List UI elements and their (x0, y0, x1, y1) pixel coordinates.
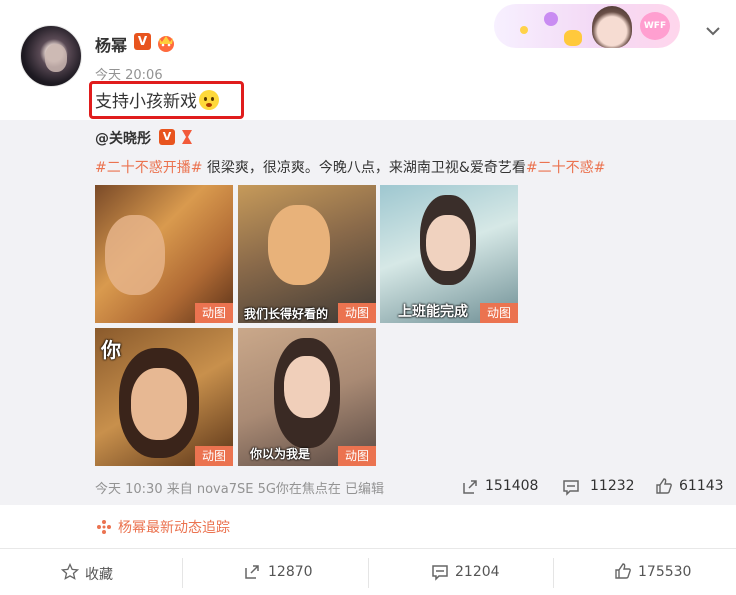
banner-portrait-icon (592, 6, 632, 48)
gif-caption: 上班能完成 (398, 304, 468, 320)
decorative-banner: WFF (494, 4, 680, 48)
comment-count[interactable]: 11232 (590, 478, 635, 494)
like-button[interactable]: 175530 (638, 564, 691, 580)
like-icon[interactable] (614, 562, 632, 580)
repost-button[interactable]: 12870 (268, 564, 313, 580)
chevron-down-icon[interactable] (704, 22, 722, 40)
star-icon[interactable] (61, 563, 79, 581)
sparkle-icon (97, 520, 111, 534)
follow-link[interactable]: 杨幂最新动态追踪 (118, 517, 230, 537)
divider (553, 558, 554, 588)
gif-thumbnail[interactable]: 你以为我是 动图 (238, 328, 376, 466)
topic-link[interactable]: #二十不惑# (526, 160, 605, 176)
repost-icon[interactable] (243, 563, 261, 581)
favorite-button[interactable]: 收藏 (85, 564, 113, 584)
repost-icon[interactable] (461, 478, 479, 496)
gif-thumbnail[interactable]: 上班能完成 动图 (380, 185, 518, 323)
repost-author[interactable]: @关晓彤 (95, 128, 151, 148)
repost-meta[interactable]: 今天 10:30 来自 nova7SE 5G你在焦点在 已编辑 (95, 478, 384, 497)
repost-count[interactable]: 151408 (485, 478, 538, 494)
divider (368, 558, 369, 588)
gif-badge: 动图 (338, 446, 376, 466)
avatar[interactable] (20, 25, 82, 87)
verified-badge-icon: V (134, 33, 151, 50)
verified-badge-icon: V (159, 129, 175, 145)
author-name[interactable]: 杨幂 (95, 32, 127, 56)
gif-thumbnail[interactable]: 我们长得好看的 动图 (238, 185, 376, 323)
divider (182, 558, 183, 588)
gif-badge: 动图 (480, 303, 518, 323)
member-crown-icon (158, 36, 174, 52)
gif-caption: 我们长得好看的 (244, 307, 329, 321)
topic-link[interactable]: #二十不惑开播# (95, 160, 202, 176)
gif-caption: 你以为我是 (250, 447, 311, 461)
comment-icon[interactable] (562, 478, 580, 496)
post-text-content: 支持小孩新戏 (95, 92, 197, 112)
like-count[interactable]: 61143 (679, 478, 724, 494)
surprised-emoji-icon (199, 90, 219, 110)
comment-button[interactable]: 21204 (455, 564, 500, 580)
gif-badge: 动图 (338, 303, 376, 323)
hourglass-icon (182, 130, 192, 144)
repost-text: #二十不惑开播# 很梁爽，很凉爽。今晚八点，来湖南卫视&爱奇艺看#二十不惑# (95, 157, 605, 177)
like-icon[interactable] (655, 477, 673, 495)
gif-caption: 你 (101, 338, 121, 362)
post-text: 支持小孩新戏 (95, 87, 219, 112)
gif-thumbnail[interactable]: 动图 (95, 185, 233, 323)
gif-badge: 动图 (195, 446, 233, 466)
repost-body: 很梁爽，很凉爽。今晚八点，来湖南卫视&爱奇艺看 (202, 160, 526, 176)
gif-badge: 动图 (195, 303, 233, 323)
gif-thumbnail[interactable]: 你 动图 (95, 328, 233, 466)
wff-badge: WFF (640, 12, 670, 40)
comment-icon[interactable] (431, 563, 449, 581)
